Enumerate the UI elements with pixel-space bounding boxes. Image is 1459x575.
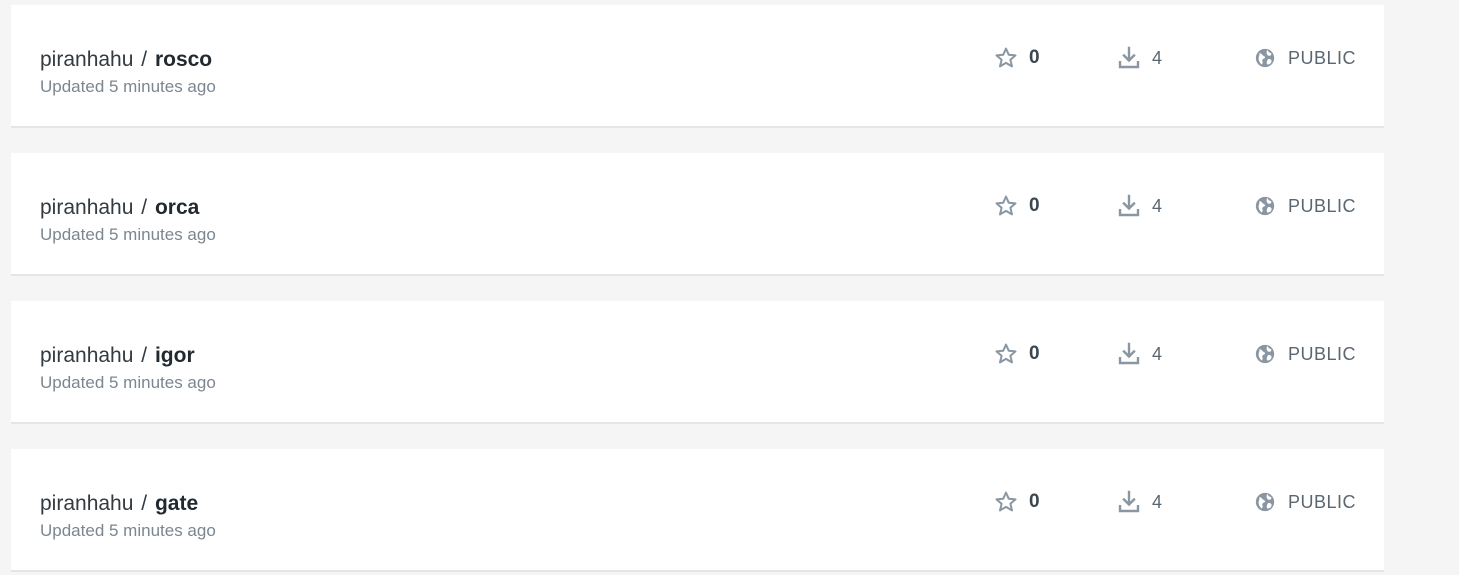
download-icon: [1117, 490, 1141, 514]
repository-card[interactable]: piranhahu / gate Updated 5 minutes ago 0…: [11, 449, 1384, 572]
pull-count-value: 4: [1152, 491, 1163, 512]
repository-separator: /: [141, 492, 148, 515]
globe-icon: [1254, 343, 1276, 365]
repository-title[interactable]: piranhahu / orca: [40, 195, 199, 221]
visibility-label: PUBLIC: [1288, 343, 1357, 364]
globe-icon: [1254, 491, 1276, 513]
star-count-value: 0: [1029, 47, 1040, 68]
repository-list: piranhahu / rosco Updated 5 minutes ago …: [0, 0, 1459, 575]
repository-card[interactable]: piranhahu / igor Updated 5 minutes ago 0…: [11, 301, 1384, 424]
visibility-label: PUBLIC: [1288, 47, 1357, 68]
star-count-value: 0: [1029, 343, 1040, 364]
repository-updated: Updated 5 minutes ago: [40, 77, 216, 96]
repository-title[interactable]: piranhahu / gate: [40, 491, 198, 517]
star-icon: [994, 46, 1018, 70]
download-icon: [1117, 194, 1141, 218]
repository-title[interactable]: piranhahu / rosco: [40, 47, 212, 73]
repository-updated: Updated 5 minutes ago: [40, 521, 216, 540]
repository-title[interactable]: piranhahu / igor: [40, 343, 195, 369]
pull-count: 4: [1117, 489, 1162, 515]
star-icon: [994, 490, 1018, 514]
star-icon: [994, 194, 1018, 218]
visibility-badge: PUBLIC: [1254, 341, 1356, 367]
repository-namespace: piranhahu: [40, 196, 134, 219]
star-icon: [994, 342, 1018, 366]
star-count: 0: [994, 45, 1040, 71]
repository-name: rosco: [154, 48, 213, 71]
globe-icon: [1254, 47, 1276, 69]
star-count-value: 0: [1029, 491, 1040, 512]
visibility-badge: PUBLIC: [1254, 45, 1356, 71]
repository-updated: Updated 5 minutes ago: [40, 373, 216, 392]
repository-name: igor: [154, 344, 195, 367]
repository-name: gate: [154, 492, 199, 515]
star-count: 0: [994, 341, 1040, 367]
download-icon: [1117, 46, 1141, 70]
star-count: 0: [994, 193, 1040, 219]
pull-count: 4: [1117, 193, 1162, 219]
star-count-value: 0: [1029, 195, 1040, 216]
repository-namespace: piranhahu: [40, 492, 134, 515]
repository-separator: /: [141, 196, 148, 219]
pull-count: 4: [1117, 341, 1162, 367]
visibility-badge: PUBLIC: [1254, 489, 1356, 515]
repository-separator: /: [141, 48, 148, 71]
visibility-badge: PUBLIC: [1254, 193, 1356, 219]
repository-separator: /: [141, 344, 148, 367]
pull-count-value: 4: [1152, 195, 1163, 216]
visibility-label: PUBLIC: [1288, 195, 1357, 216]
pull-count-value: 4: [1152, 343, 1163, 364]
globe-icon: [1254, 195, 1276, 217]
repository-card[interactable]: piranhahu / rosco Updated 5 minutes ago …: [11, 5, 1384, 128]
download-icon: [1117, 342, 1141, 366]
pull-count: 4: [1117, 45, 1162, 71]
repository-name: orca: [154, 196, 200, 219]
repository-card[interactable]: piranhahu / orca Updated 5 minutes ago 0…: [11, 153, 1384, 276]
repository-namespace: piranhahu: [40, 48, 134, 71]
visibility-label: PUBLIC: [1288, 491, 1357, 512]
repository-namespace: piranhahu: [40, 344, 134, 367]
repository-updated: Updated 5 minutes ago: [40, 225, 216, 244]
pull-count-value: 4: [1152, 47, 1163, 68]
star-count: 0: [994, 489, 1040, 515]
